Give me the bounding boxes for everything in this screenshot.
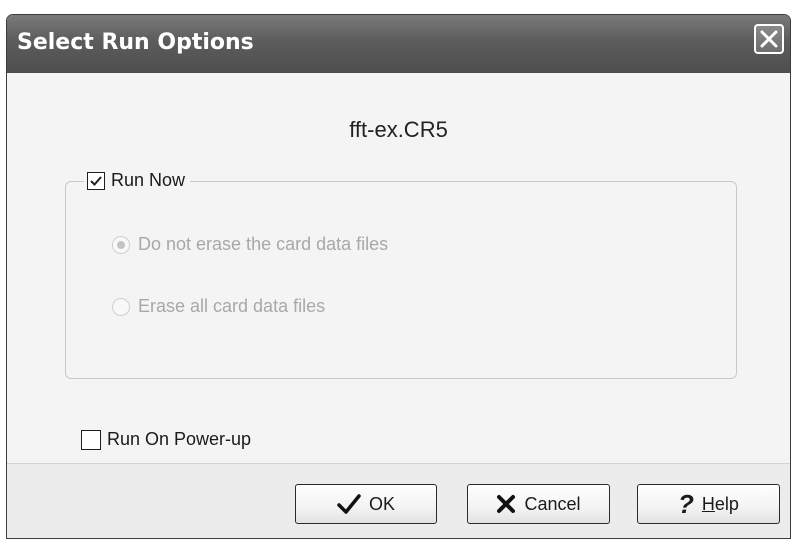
- run-now-group: Run Now Do not erase the card data files…: [65, 170, 737, 379]
- help-button[interactable]: ? Help: [637, 484, 780, 524]
- checkmark-icon: [337, 493, 361, 515]
- cancel-label: Cancel: [524, 493, 581, 514]
- select-run-options-dialog: Select Run Options fft-ex.CR5 Run Now Do…: [6, 14, 791, 539]
- ok-label: OK: [368, 493, 395, 514]
- dialog-title: Select Run Options: [17, 30, 254, 55]
- radio-do-not-erase[interactable]: Do not erase the card data files: [112, 234, 388, 255]
- radio-button[interactable]: [112, 235, 130, 254]
- run-now-checkbox[interactable]: [87, 171, 105, 190]
- help-label: Help: [702, 494, 739, 515]
- question-mark-icon: ?: [678, 489, 694, 519]
- run-on-powerup-option[interactable]: Run On Power-up: [81, 429, 251, 450]
- ok-button[interactable]: OK: [295, 484, 437, 524]
- close-icon: [760, 30, 778, 48]
- title-bar[interactable]: Select Run Options: [7, 15, 790, 73]
- program-filename: fft-ex.CR5: [349, 117, 448, 142]
- close-button[interactable]: [754, 24, 784, 54]
- help-mnemonic: H: [701, 493, 715, 514]
- run-on-powerup-label[interactable]: Run On Power-up: [107, 429, 251, 450]
- run-now-label[interactable]: Run Now: [111, 170, 185, 191]
- run-on-powerup-checkbox[interactable]: [81, 429, 101, 450]
- dialog-content: fft-ex.CR5 Run Now Do not erase the card…: [7, 73, 790, 463]
- checkmark-icon: [90, 175, 102, 186]
- cancel-button[interactable]: Cancel: [467, 484, 610, 524]
- radio-erase-all[interactable]: Erase all card data files: [112, 296, 325, 317]
- radio-button[interactable]: [112, 297, 130, 316]
- button-bar: OK Cancel ? Help: [7, 463, 790, 538]
- x-icon: [496, 494, 516, 514]
- radio-label: Do not erase the card data files: [138, 234, 389, 254]
- radio-selected-dot: [117, 240, 125, 249]
- help-label-rest: elp: [714, 493, 739, 514]
- radio-label: Erase all card data files: [138, 296, 326, 316]
- run-now-legend: Run Now: [84, 170, 191, 191]
